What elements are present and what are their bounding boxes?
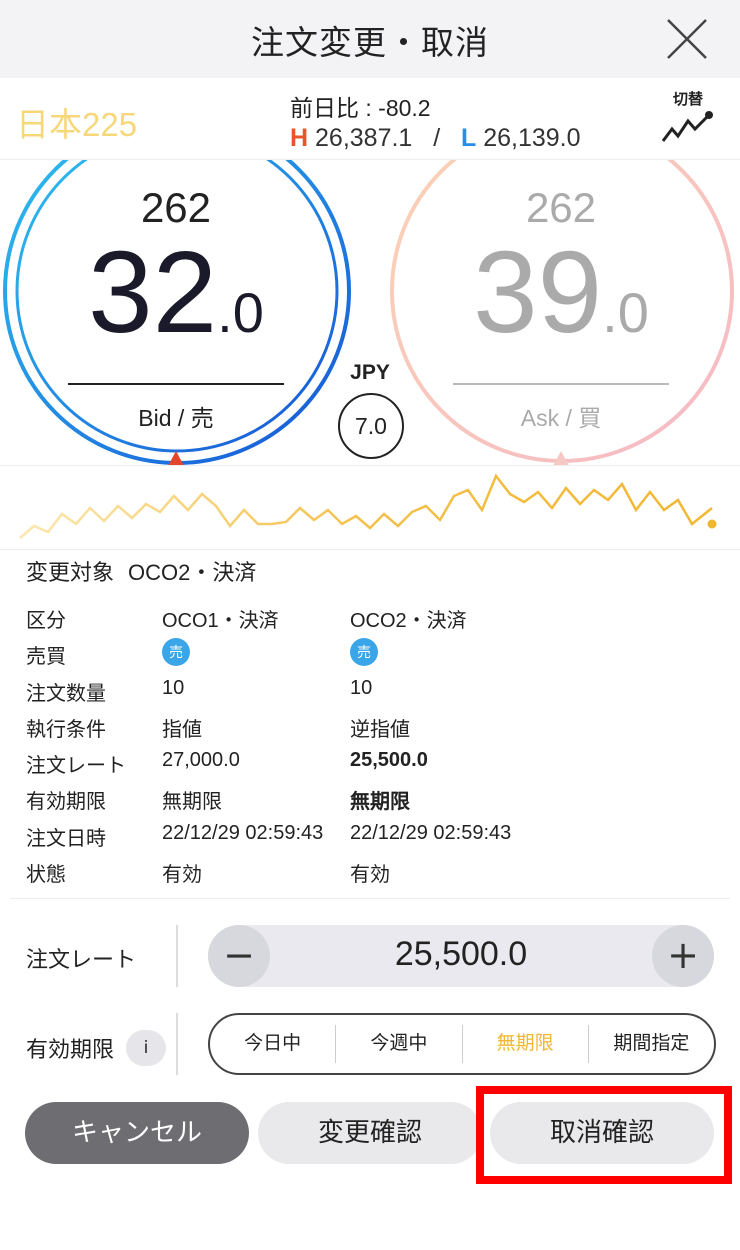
divider [10,898,730,899]
confirm-cancel-button[interactable]: 取消確認 [490,1102,714,1164]
expiry-option-today[interactable]: 今日中 [210,1025,335,1063]
ask-up-arrow-icon [548,451,574,465]
table-row: 執行条件 指値 逆指値 [26,709,726,745]
bid-price-fraction: .0 [217,281,264,344]
rate-input-label: 注文レート [26,947,137,972]
expiry-label: 有効期限 [26,1037,115,1062]
bid-label: Bid / 売 [138,405,214,431]
table-row: 状態 有効 有効 [26,854,726,890]
table-row: 注文数量 10 10 [26,673,726,709]
expiry-option-week[interactable]: 今週中 [335,1025,461,1063]
bid-divider [68,383,284,385]
row-label: 注文日時 [26,827,106,850]
table-row: 売買 売 売 [26,636,726,672]
sparkline-endpoint [707,519,717,529]
change-target-label: 変更対象 [26,560,115,585]
oco2-value: 10 [350,676,373,699]
info-icon[interactable]: i [126,1030,166,1066]
oco1-value: 無期限 [162,791,222,814]
ask-divider [453,383,669,385]
ask-price-button[interactable]: 262 39.0 Ask / 買 [445,184,677,465]
ask-label: Ask / 買 [520,405,602,431]
oco2-value: OCO2・決済 [350,610,467,632]
row-label: 執行条件 [26,718,106,741]
high-marker: H [290,124,309,152]
oco1-value: 22/12/29 02:59:43 [162,821,324,844]
oco2-value: 有効 [350,864,390,887]
switch-label: 切替 [672,90,703,108]
divider [176,1013,178,1075]
rate-stepper: − 25,500.0 + [208,925,714,987]
cancel-button[interactable]: キャンセル [25,1102,249,1164]
row-label: 状態 [26,864,66,887]
rate-input[interactable]: 25,500.0 [270,935,652,974]
chart-switch-button[interactable]: 切替 [656,88,720,152]
row-label: 有効期限 [26,791,106,814]
sell-badge-icon: 売 [350,638,378,667]
header-bar: 注文変更・取消 [0,0,740,78]
ask-price-integer: 39 [473,227,603,357]
row-label: 注文数量 [26,682,106,705]
previous-day-change: 前日比 : -80.2 [290,95,431,121]
table-row: 有効期限 無期限 無期限 [26,781,726,817]
row-label: 区分 [26,610,66,632]
spread-badge: 7.0 [338,393,404,459]
divider [176,925,178,987]
ask-price-fraction: .0 [602,281,649,344]
price-panel: 262 32.0 Bid / 売 262 39.0 Ask / 買 JPY 7.… [0,160,740,465]
expiry-option-period[interactable]: 期間指定 [587,1025,714,1063]
low-value: 26,139.0 [483,124,581,152]
ask-price-head: 262 [525,184,597,231]
sparkline-graphic [19,473,717,539]
table-row: 注文レート 27,000.0 25,500.0 [26,745,726,781]
oco1-value: 27,000.0 [162,749,240,772]
ticker-bar: 日本225 前日比 : -80.2 H 26,387.1 / L 26,139.… [0,78,740,160]
oco2-value: 逆指値 [350,718,410,741]
high-low-separator: / [433,124,441,152]
trend-chart-icon [661,111,713,142]
oco1-value: 10 [162,676,185,699]
row-label: 売買 [26,646,66,669]
page-title: 注文変更・取消 [251,23,489,62]
sell-badge-icon: 売 [162,638,190,667]
ask-price-main: 39.0 [445,234,677,371]
price-sparkline [0,465,740,550]
bid-price-main: 32.0 [60,234,292,371]
confirm-change-button[interactable]: 変更確認 [258,1102,482,1164]
oco2-value: 22/12/29 02:59:43 [350,821,512,844]
high-low: H 26,387.1 / L 26,139.0 [290,124,581,153]
oco1-value: 指値 [162,718,202,741]
expiry-segmented-control: 今日中 今週中 無期限 期間指定 [208,1013,716,1075]
row-label: 注文レート [26,755,126,778]
sparkline-line [19,473,713,539]
oco2-value: 無期限 [350,791,410,814]
oco1-value: OCO1・決済 [162,610,279,632]
expiry-option-unlimited[interactable]: 無期限 [461,1025,588,1063]
bid-price-button[interactable]: 262 32.0 Bid / 売 [60,184,292,465]
currency-label: JPY [350,361,390,384]
low-marker: L [460,124,477,152]
close-icon[interactable] [660,14,712,66]
bid-up-arrow-icon [163,451,189,465]
change-target: 変更対象 OCO2・決済 [26,555,256,587]
rate-increment-button[interactable]: + [652,925,714,987]
order-details-table: 区分 OCO1・決済 OCO2・決済 売買 売 売 注文数量 10 10 執行条… [26,600,726,890]
table-row: 注文日時 22/12/29 02:59:43 22/12/29 02:59:43 [26,818,726,854]
oco2-value: 25,500.0 [350,749,428,772]
table-row: 区分 OCO1・決済 OCO2・決済 [26,600,726,636]
rate-decrement-button[interactable]: − [208,925,270,987]
change-target-value: OCO2・決済 [128,560,257,585]
bid-price-head: 262 [140,184,212,231]
oco1-value: 有効 [162,864,202,887]
high-value: 26,387.1 [315,124,413,152]
bid-price-integer: 32 [88,227,218,357]
symbol-name: 日本225 [16,106,138,143]
